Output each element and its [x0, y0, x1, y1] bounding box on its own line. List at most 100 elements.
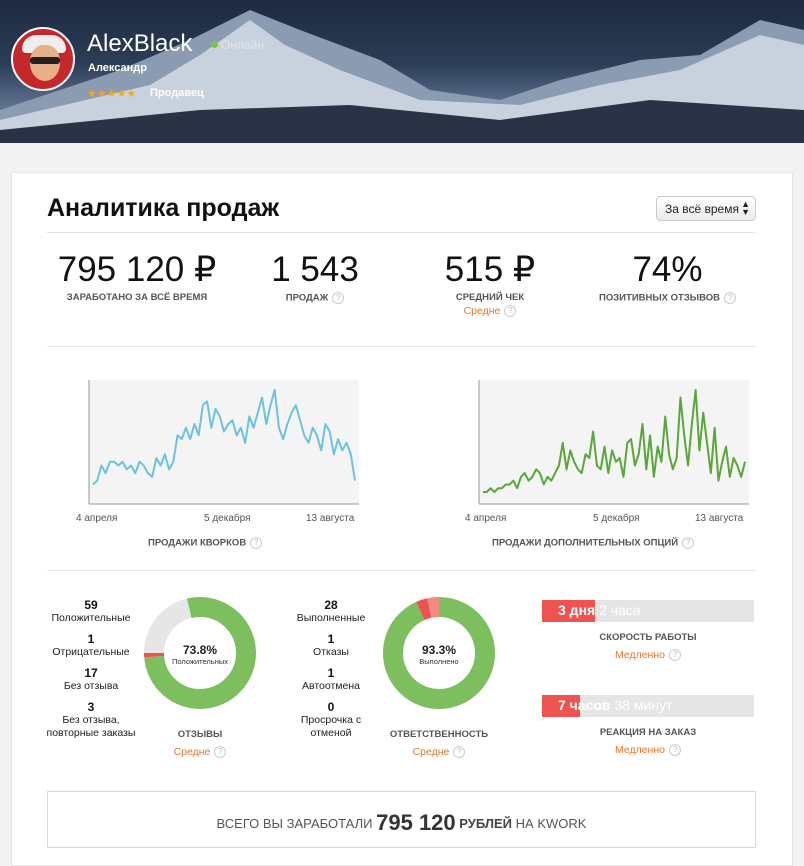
donut-caption: Выполнено [419, 657, 459, 666]
divider [47, 570, 756, 571]
legend-item: 3 Без отзыва, повторные заказы [36, 700, 146, 740]
stat-value: 1 543 [271, 250, 359, 289]
total-earned-banner: ВСЕГО ВЫ ЗАРАБОТАЛИ 795 120 РУБЛЕЙ НА KW… [47, 791, 756, 848]
stat-earned: 795 120 ₽ ЗАРАБОТАНО ЗА ВСЁ ВРЕМЯ [47, 250, 227, 303]
username[interactable]: AlexBlack [87, 30, 192, 58]
legend-item: 1 Автоотмена [276, 666, 386, 693]
help-icon[interactable]: ? [723, 292, 736, 304]
help-icon[interactable]: ? [214, 746, 227, 759]
metric-rating-row: Медленно? [588, 649, 708, 662]
rating-stars-icon: ★★★★★ [87, 88, 137, 100]
stat-sub-row: Средне? [420, 305, 560, 318]
legend-text: Отрицательные [52, 646, 130, 658]
stat-label: ПОЗИТИВНЫХ ОТЗЫВОВ [599, 292, 720, 304]
help-icon[interactable]: ? [453, 746, 466, 759]
x-tick: 5 декабря [204, 513, 251, 524]
stat-label: СРЕДНИЙ ЧЕК [455, 292, 525, 303]
metric-title: ОТВЕТСТВЕННОСТЬ [389, 729, 489, 740]
chart-label: ПРОДАЖИ ДОПОЛНИТЕЛЬНЫХ ОПЦИЙ [492, 537, 679, 549]
donut-slice [186, 597, 201, 619]
stat-value: 795 120 ₽ [57, 250, 217, 289]
stat-sales: 1 543 ПРОДАЖ? [245, 250, 385, 304]
reaction-value-bold: 7 часов [558, 697, 611, 713]
options-sales-chart [478, 380, 749, 505]
profile-header: AlexBlack Онлайн Александр ★★★★★ Продаве… [0, 0, 804, 143]
legend-item: 17 Без отзыва [36, 666, 146, 693]
avatar[interactable] [11, 27, 75, 91]
legend-count: 1 [327, 632, 335, 646]
total-amount: 795 120 [376, 810, 456, 835]
metric-rating-row: Медленно? [588, 744, 708, 757]
help-icon[interactable]: ? [669, 744, 681, 757]
legend-item: 1 Отказы [276, 632, 386, 659]
reaction-label: РЕАКЦИЯ НА ЗАКАЗ Медленно? [588, 727, 708, 757]
help-icon[interactable]: ? [682, 537, 695, 549]
stat-label-row: ПОЗИТИВНЫХ ОТЗЫВОВ? [595, 292, 740, 304]
legend-count: 28 [324, 598, 338, 612]
x-tick: 4 апреля [76, 513, 118, 524]
metric-rating: Медленно [614, 649, 665, 661]
legend-item: 0 Просрочка с отменой [276, 700, 386, 740]
speed-label: СКОРОСТЬ РАБОТЫ Медленно? [588, 632, 708, 662]
stat-value: 515 ₽ [444, 250, 536, 289]
kworks-sales-chart [88, 380, 359, 505]
stat-label-row: ПРОДАЖ? [245, 292, 385, 304]
x-tick: 5 декабря [593, 513, 640, 524]
online-status: Онлайн [211, 38, 264, 52]
legend-count: 1 [87, 632, 95, 646]
metric-rating-row: Средне? [379, 746, 499, 759]
page-title: Аналитика продаж [47, 194, 280, 222]
metric-title: СКОРОСТЬ РАБОТЫ [599, 632, 697, 643]
legend-count: 1 [327, 666, 335, 680]
legend-text: Автоотмена [302, 680, 360, 692]
donut-slice [427, 597, 440, 618]
help-icon[interactable]: ? [669, 649, 681, 662]
stat-value: 74% [632, 250, 703, 289]
chart-label: ПРОДАЖИ КВОРКОВ [148, 537, 247, 549]
stat-positive: 74% ПОЗИТИВНЫХ ОТЗЫВОВ? [595, 250, 740, 304]
total-unit: РУБЛЕЙ [459, 816, 513, 831]
help-icon[interactable]: ? [332, 292, 345, 304]
metric-title: РЕАКЦИЯ НА ЗАКАЗ [599, 727, 697, 738]
donut-percent: 73.8% [182, 643, 218, 657]
legend-count: 59 [84, 598, 98, 612]
legend-text: Просрочка с отменой [300, 714, 362, 739]
online-label: Онлайн [221, 38, 264, 52]
help-icon[interactable]: ? [250, 537, 263, 549]
legend-item: 1 Отрицательные [36, 632, 146, 659]
chart-label-row: ПРОДАЖИ КВОРКОВ? [148, 537, 263, 549]
stat-avg-check: 515 ₽ СРЕДНИЙ ЧЕК Средне? [420, 250, 560, 318]
period-select[interactable]: За всё время ▲ ▼ [656, 196, 756, 221]
x-tick: 13 августа [306, 513, 355, 524]
divider [47, 232, 756, 233]
reviews-label: ОТЗЫВЫ Средне? [140, 729, 260, 759]
metric-rating: Средне [173, 746, 211, 758]
legend-count: 3 [87, 700, 95, 714]
legend-text: Выполненные [296, 612, 366, 624]
donut-slice [416, 598, 432, 621]
legend-item: 59 Положительные [36, 598, 146, 625]
help-icon[interactable]: ? [504, 305, 517, 318]
donut-center: 73.8% Положительных [160, 643, 240, 666]
speed-bar: 3 дня 2 часа [542, 600, 754, 622]
role-label: Продавец [150, 87, 204, 99]
real-name: Александр [88, 62, 147, 74]
stat-label: ПРОДАЖ [285, 292, 329, 304]
stat-label: ЗАРАБОТАНО ЗА ВСЁ ВРЕМЯ [66, 292, 208, 303]
legend-text: Без отзыва, повторные заказы [46, 714, 136, 739]
online-dot-icon [211, 41, 218, 48]
metric-rating-row: Средне? [140, 746, 260, 759]
period-value: За всё время [665, 202, 739, 216]
metric-title: ОТЗЫВЫ [177, 729, 223, 740]
reaction-value: 7 часов 38 минут [558, 697, 673, 713]
total-suffix: НА KWORK [515, 816, 587, 831]
legend-count: 17 [84, 666, 98, 680]
donut-caption: Положительных [172, 657, 228, 666]
total-prefix: ВСЕГО ВЫ ЗАРАБОТАЛИ [216, 816, 373, 831]
divider [47, 346, 756, 347]
speed-value: 3 дня 2 часа [558, 602, 641, 618]
metric-rating: Медленно [614, 744, 665, 756]
legend-text: Отказы [313, 646, 349, 658]
legend-item: 28 Выполненные [276, 598, 386, 625]
legend-count: 0 [327, 700, 335, 714]
